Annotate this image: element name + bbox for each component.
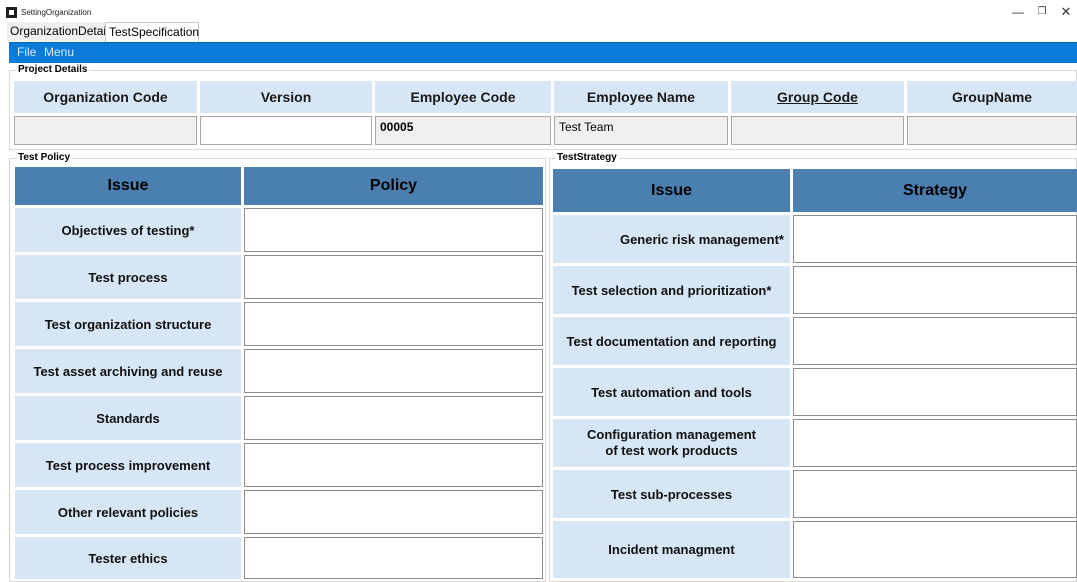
policy-input[interactable] (244, 208, 543, 252)
header-employee-code: Employee Code (375, 81, 551, 113)
minimize-icon[interactable]: — (1005, 2, 1031, 22)
strategy-input[interactable] (793, 470, 1077, 518)
policy-issue-row: Test process (15, 255, 241, 299)
close-icon[interactable]: ✕ (1053, 2, 1077, 22)
menu-bar: File Menu (9, 42, 1077, 63)
strategy-input[interactable] (793, 419, 1077, 467)
version-field[interactable] (200, 116, 372, 145)
tab-test-specification[interactable]: TestSpecification (105, 22, 199, 42)
strategy-input[interactable] (793, 368, 1077, 416)
policy-input[interactable] (244, 537, 543, 579)
policy-issue-row: Objectives of testing* (15, 208, 241, 252)
strategy-issue-row: Test sub-processes (553, 470, 790, 518)
title-bar: SettingOrganization — ❐ ✕ (0, 0, 1077, 22)
menu-file[interactable]: File (17, 45, 36, 59)
policy-policy-header: Policy (244, 167, 543, 205)
maximize-icon[interactable]: ❐ (1029, 2, 1055, 22)
window-title: SettingOrganization (21, 8, 92, 17)
strategy-strategy-header: Strategy (793, 169, 1077, 212)
policy-issue-row: Standards (15, 396, 241, 440)
strategy-issue-row: Configuration management of test work pr… (553, 419, 790, 467)
policy-issue-row: Other relevant policies (15, 490, 241, 534)
strategy-input[interactable] (793, 215, 1077, 263)
policy-issue-row: Tester ethics (15, 537, 241, 579)
policy-input[interactable] (244, 302, 543, 346)
test-policy-title: Test Policy (16, 152, 73, 163)
test-strategy-title: TestStrategy (555, 152, 619, 163)
policy-issue-row: Test process improvement (15, 443, 241, 487)
header-organization-code: Organization Code (14, 81, 197, 113)
policy-issue-header: Issue (15, 167, 241, 205)
employee-name-field[interactable]: Test Team (554, 116, 728, 145)
policy-input[interactable] (244, 396, 543, 440)
header-group-name: GroupName (907, 81, 1077, 113)
header-version: Version (200, 81, 372, 113)
tab-organization-detail[interactable]: OrganizationDetail (7, 22, 109, 41)
strategy-issue-row: Test automation and tools (553, 368, 790, 416)
strategy-issue-row: Generic risk management* (553, 215, 790, 263)
strategy-issue-row: Test documentation and reporting (553, 317, 790, 365)
header-employee-name: Employee Name (554, 81, 728, 113)
policy-issue-row: Test asset archiving and reuse (15, 349, 241, 393)
strategy-issue-header: Issue (553, 169, 790, 212)
app-icon (6, 7, 17, 18)
group-code-field[interactable] (731, 116, 904, 145)
policy-issue-row: Test organization structure (15, 302, 241, 346)
strategy-issue-row: Incident managment (553, 521, 790, 578)
strategy-issue-row: Test selection and prioritization* (553, 266, 790, 314)
policy-input[interactable] (244, 349, 543, 393)
project-details-title: Project Details (16, 64, 90, 75)
organization-code-field[interactable] (14, 116, 197, 145)
header-group-code[interactable]: Group Code (731, 81, 904, 113)
strategy-input[interactable] (793, 317, 1077, 365)
employee-code-field[interactable]: 00005 (375, 116, 551, 145)
group-name-field[interactable] (907, 116, 1077, 145)
policy-input[interactable] (244, 255, 543, 299)
strategy-input[interactable] (793, 521, 1077, 578)
policy-input[interactable] (244, 490, 543, 534)
menu-menu[interactable]: Menu (44, 45, 74, 59)
strategy-input[interactable] (793, 266, 1077, 314)
policy-input[interactable] (244, 443, 543, 487)
